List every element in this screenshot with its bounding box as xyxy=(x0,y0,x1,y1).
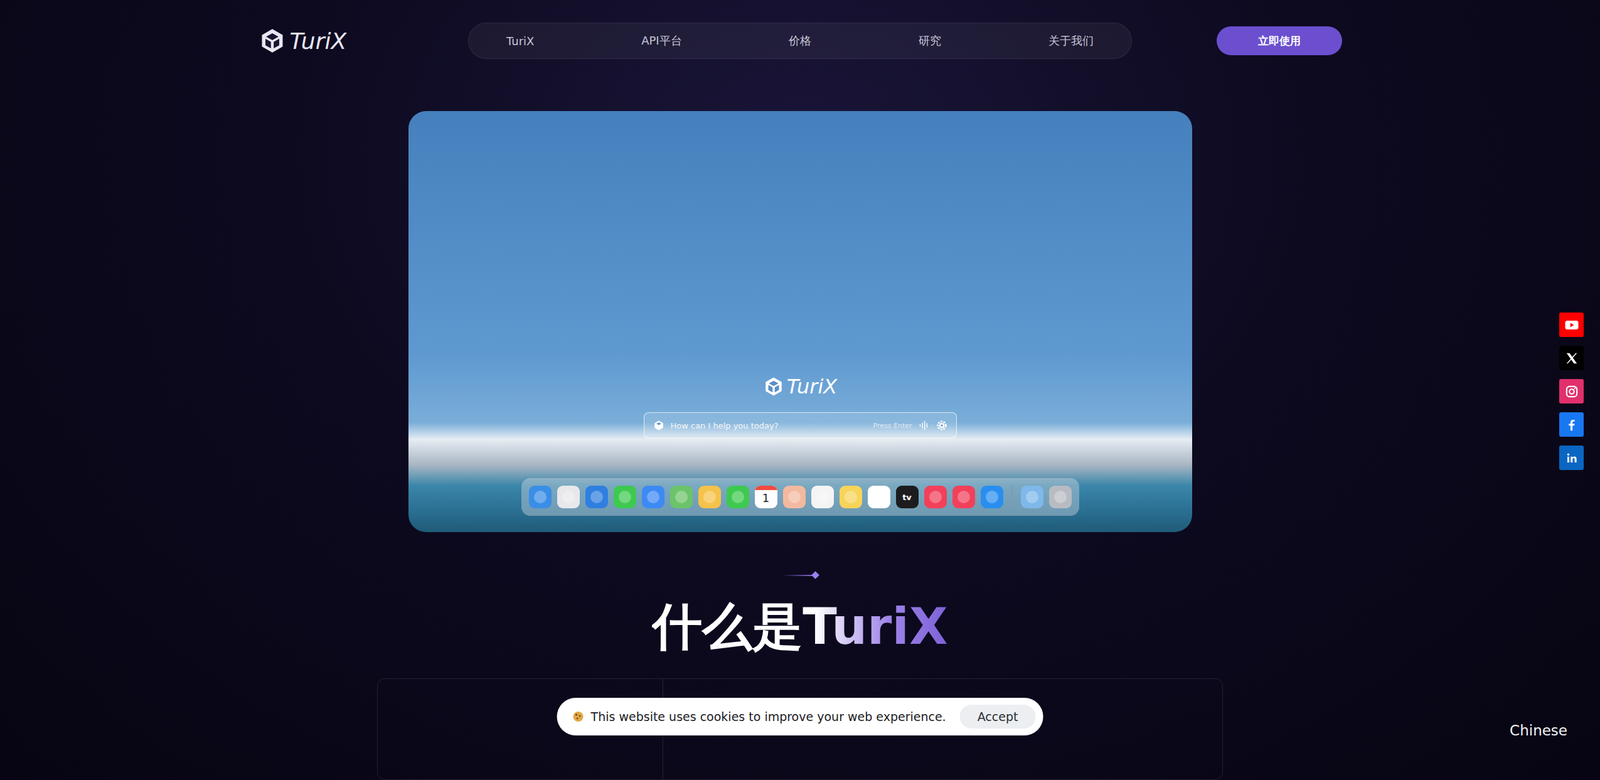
dock: 1 tv xyxy=(521,478,1080,516)
dock-app-icon[interactable] xyxy=(783,485,806,509)
cookie-text: This website uses cookies to improve you… xyxy=(591,709,947,724)
calendar-app-icon[interactable]: 1 xyxy=(754,485,778,509)
language-switch[interactable]: Chinese xyxy=(1509,722,1568,739)
search-hint: Press Enter xyxy=(873,421,913,430)
dock-separator xyxy=(1011,485,1013,509)
dock-app-icon[interactable] xyxy=(839,485,863,509)
dock-app-icon[interactable] xyxy=(726,485,750,509)
divider xyxy=(781,572,819,578)
nav-item[interactable]: 价格 xyxy=(781,28,819,54)
social-bar xyxy=(1559,312,1584,470)
calendar-day: 1 xyxy=(762,490,770,506)
x-icon[interactable] xyxy=(1559,345,1584,371)
linkedin-icon[interactable] xyxy=(1559,445,1584,470)
hero-logo-text: TuriX xyxy=(786,374,838,399)
cookie-icon xyxy=(572,710,585,723)
dock-app-icon[interactable] xyxy=(980,485,1004,509)
youtube-icon[interactable] xyxy=(1559,312,1584,337)
cookie-banner: This website uses cookies to improve you… xyxy=(557,697,1044,736)
gear-icon[interactable] xyxy=(936,419,948,432)
page: TuriX TuriX API平台 价格 研究 关于我们 立即使用 TuriX How can … xyxy=(0,0,1600,780)
facebook-icon[interactable] xyxy=(1559,412,1584,437)
hero-logo: TuriX xyxy=(762,374,838,399)
instagram-icon[interactable] xyxy=(1559,378,1584,404)
dock-app-icon[interactable] xyxy=(670,485,693,509)
nav-item[interactable]: 研究 xyxy=(911,28,949,54)
dock-app-icon[interactable] xyxy=(698,485,721,509)
tv-app-icon[interactable]: tv xyxy=(896,485,919,509)
dock-app-icon[interactable] xyxy=(613,485,637,509)
dock-app-icon[interactable] xyxy=(867,485,891,509)
logo[interactable]: TuriX xyxy=(258,26,384,55)
dock-app-icon[interactable] xyxy=(528,485,552,509)
tv-label: tv xyxy=(902,492,912,502)
header: TuriX TuriX API平台 价格 研究 关于我们 立即使用 xyxy=(258,22,1343,59)
cube-logo-icon xyxy=(653,419,665,432)
section-title: 什么是TuriX xyxy=(651,596,948,657)
search-placeholder: How can I help you today? xyxy=(670,421,868,431)
dock-app-icon[interactable] xyxy=(557,485,580,509)
search-bar[interactable]: How can I help you today? Press Enter xyxy=(643,412,957,439)
dock-app-icon[interactable] xyxy=(811,485,834,509)
dock-app-icon[interactable] xyxy=(952,485,976,509)
microphone-wave-icon[interactable] xyxy=(918,419,930,432)
hero-desktop: TuriX How can I help you today? Press Ente… xyxy=(408,111,1193,533)
cube-logo-icon xyxy=(258,26,287,55)
accept-button[interactable]: Accept xyxy=(960,704,1036,729)
dock-app-icon[interactable] xyxy=(641,485,665,509)
nav-item[interactable]: 关于我们 xyxy=(1040,28,1102,54)
dock-app-icon[interactable] xyxy=(585,485,608,509)
dock-app-icon[interactable] xyxy=(924,485,947,509)
cube-logo-icon xyxy=(762,375,785,398)
nav-bar: TuriX API平台 价格 研究 关于我们 xyxy=(468,22,1132,59)
dock-app-icon[interactable] xyxy=(1020,485,1044,509)
dock-app-icon[interactable] xyxy=(1049,485,1072,509)
nav-item[interactable]: TuriX xyxy=(498,29,542,53)
cta-button[interactable]: 立即使用 xyxy=(1216,26,1343,56)
nav-item[interactable]: API平台 xyxy=(633,28,689,54)
logo-text: TuriX xyxy=(289,28,347,54)
